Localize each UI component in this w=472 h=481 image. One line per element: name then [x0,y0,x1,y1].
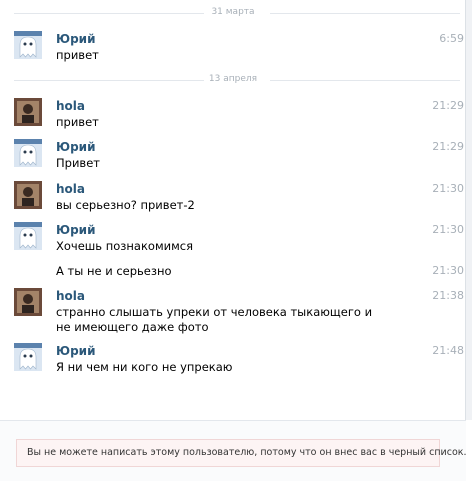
blocked-notice: Вы не можете написать этому пользователю… [16,439,467,467]
blocked-notice-text: Вы не можете написать этому пользователю… [27,447,467,458]
message-time[interactable]: 21:30 [432,223,464,237]
message-time[interactable]: 21:29 [432,140,464,154]
message-time[interactable]: 21:38 [432,289,464,303]
ghost-avatar-icon[interactable] [14,222,42,250]
ghost-avatar-icon[interactable] [14,31,42,59]
message-text: Хочешь познакомимся [56,239,194,253]
date-separator: 31 марта [0,6,466,20]
message-author[interactable]: hola [56,182,85,196]
message-time[interactable]: 21:48 [432,344,464,358]
message-time[interactable]: 21:29 [432,99,464,113]
scrollbar[interactable] [466,0,472,420]
message-feed[interactable]: 31 марта Юрий 6:59 привет 13 апреля hola… [0,0,466,420]
message-author[interactable]: Юрий [56,223,96,237]
message-author[interactable]: Юрий [56,344,96,358]
message-text: Привет [56,156,100,170]
ghost-avatar-icon[interactable] [14,343,42,371]
date-label: 31 марта [211,7,255,17]
message-author[interactable]: Юрий [56,140,96,154]
ghost-avatar-icon[interactable] [14,139,42,167]
message-text: А ты не и серьезно [56,264,172,278]
date-label: 13 апреля [208,74,258,84]
message-time[interactable]: 21:30 [432,182,464,196]
person-avatar-icon[interactable] [14,181,42,209]
message-author[interactable]: hola [56,99,85,113]
message-text: вы серьезно? привет-2 [56,198,195,212]
message-text: привет [56,48,99,62]
message-text: Я ни чем ни кого не упрекаю [56,360,233,374]
person-avatar-icon[interactable] [14,98,42,126]
message-author[interactable]: Юрий [56,32,96,46]
date-separator: 13 апреля [0,73,466,87]
person-avatar-icon[interactable] [14,288,42,316]
message-author[interactable]: hola [56,289,85,303]
message-text: странно слышать упреки от человека тыкаю… [56,305,373,334]
chat-window: 31 марта Юрий 6:59 привет 13 апреля hola… [0,0,467,481]
compose-area: Вы не можете написать этому пользователю… [0,420,467,481]
message-time[interactable]: 21:30 [432,264,464,278]
message-text: привет [56,115,99,129]
message-time[interactable]: 6:59 [439,32,464,46]
